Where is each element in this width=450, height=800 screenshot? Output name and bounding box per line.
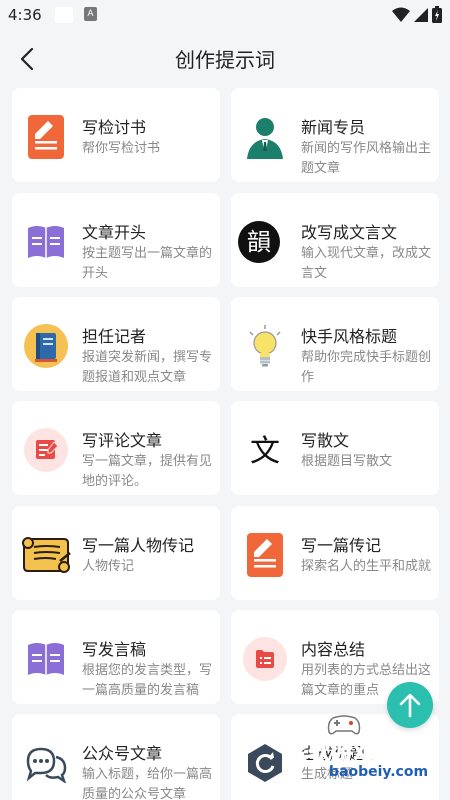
- prompt-card-wenyanwen[interactable]: 韻 改写成文言文 输入现代文章，改成文言文: [231, 193, 439, 287]
- card-title: 快手风格标题: [301, 327, 398, 346]
- prompt-card-wenzhangkaitou[interactable]: 文章开头 按主题写出一篇文章的开头: [12, 193, 220, 287]
- card-title: 担任记者: [82, 327, 147, 346]
- card-desc: 根据题目写散文: [301, 454, 393, 469]
- card-title: 写一篇传记: [301, 536, 382, 555]
- watermark-url: baobeiy.com: [329, 764, 429, 780]
- gamepad-icon: [327, 715, 361, 735]
- battery-icon: [432, 6, 442, 23]
- prompt-card-xinwenzhuanyuan[interactable]: 新闻专员 新闻的写作风格输出主题文章: [231, 88, 439, 182]
- card-title: 写散文: [301, 431, 350, 450]
- status-icons: [392, 6, 442, 23]
- card-desc: 探索名人的生平和成就: [301, 559, 431, 574]
- svg-text:韻: 韻: [247, 228, 271, 256]
- card-desc: 人物传记: [82, 559, 135, 574]
- prompt-card-zhuanji[interactable]: 写一篇传记 探索名人的生平和成就: [231, 506, 439, 600]
- card-desc: 按主题写出一篇文章的开头: [82, 246, 212, 281]
- prompt-card-renwuzhuanji[interactable]: 写一篇人物传记 人物传记: [12, 506, 220, 600]
- prompt-card-jiantaoshu[interactable]: 写检讨书 帮你写检讨书: [12, 88, 220, 182]
- status-time: 4:36: [8, 6, 42, 24]
- svg-text:文: 文: [250, 434, 280, 469]
- card-title: 写评论文章: [82, 431, 163, 450]
- card-title: 写检讨书: [82, 118, 147, 137]
- watermark: 宝软游戏网 baobeiy.com: [243, 712, 450, 800]
- wifi-icon: [392, 7, 410, 22]
- card-desc: 帮助你完成快手标题创作: [301, 350, 431, 385]
- card-title: 内容总结: [301, 640, 366, 659]
- summary-icon: [243, 637, 287, 681]
- card-desc: 报道突发新闻，撰写专题报道和观点文章: [82, 350, 212, 385]
- watermark-text: 宝软游戏网: [284, 740, 401, 766]
- prompt-card-gongzhonghao[interactable]: 公众号文章 输入标题，给你一篇高质量的公众号文章: [12, 714, 220, 800]
- card-desc: 帮你写检讨书: [82, 141, 161, 156]
- card-desc: 写一篇文章，提供有见地的评论。: [82, 454, 212, 489]
- card-title: 文章开头: [82, 223, 147, 242]
- card-desc: 输入现代文章，改成文言文: [301, 246, 431, 281]
- book-icon: [24, 637, 68, 681]
- document-icon: [24, 115, 68, 159]
- status-bar: 4:36 A: [0, 0, 450, 30]
- prompt-card-kuaishoubiaoti[interactable]: 快手风格标题 帮助你完成快手标题创作: [231, 297, 439, 391]
- card-title: 写发言稿: [82, 640, 147, 659]
- prompt-card-pinglunwenzhang[interactable]: 写评论文章 写一篇文章，提供有见地的评论。: [12, 401, 220, 495]
- classical-char-icon: 韻: [237, 220, 281, 264]
- card-desc: 输入标题，给你一篇高质量的公众号文章: [82, 767, 212, 800]
- comment-icon: [24, 428, 68, 472]
- document-icon: [243, 533, 287, 577]
- page-title: 创作提示词: [175, 48, 275, 72]
- card-title: 新闻专员: [301, 118, 366, 137]
- notebook-icon: [24, 324, 68, 368]
- prompt-card-sanwen[interactable]: 文 写散文 根据题目写散文: [231, 401, 439, 495]
- notification-icon: [55, 7, 73, 23]
- card-title: 改写成文言文: [301, 223, 398, 242]
- scroll-icon: [20, 533, 72, 577]
- signal-icon: [414, 7, 428, 22]
- card-desc: 新闻的写作风格输出主题文章: [301, 141, 431, 176]
- card-title: 公众号文章: [82, 744, 163, 763]
- prose-char-icon: 文: [243, 428, 287, 472]
- a-badge-icon: A: [84, 7, 97, 21]
- reporter-icon: [243, 115, 287, 159]
- book-icon: [24, 220, 68, 264]
- prompt-card-danrenjizhe[interactable]: 担任记者 报道突发新闻，撰写专题报道和观点文章: [12, 297, 220, 391]
- card-title: 写一篇人物传记: [82, 536, 195, 555]
- lightbulb-icon: [243, 324, 287, 368]
- chat-bubbles-icon: [24, 741, 68, 785]
- header: 创作提示词: [0, 30, 450, 86]
- card-desc: 根据您的发言类型，写一篇高质量的发言稿: [82, 663, 212, 698]
- prompt-card-fayangao[interactable]: 写发言稿 根据您的发言类型，写一篇高质量的发言稿: [12, 610, 220, 704]
